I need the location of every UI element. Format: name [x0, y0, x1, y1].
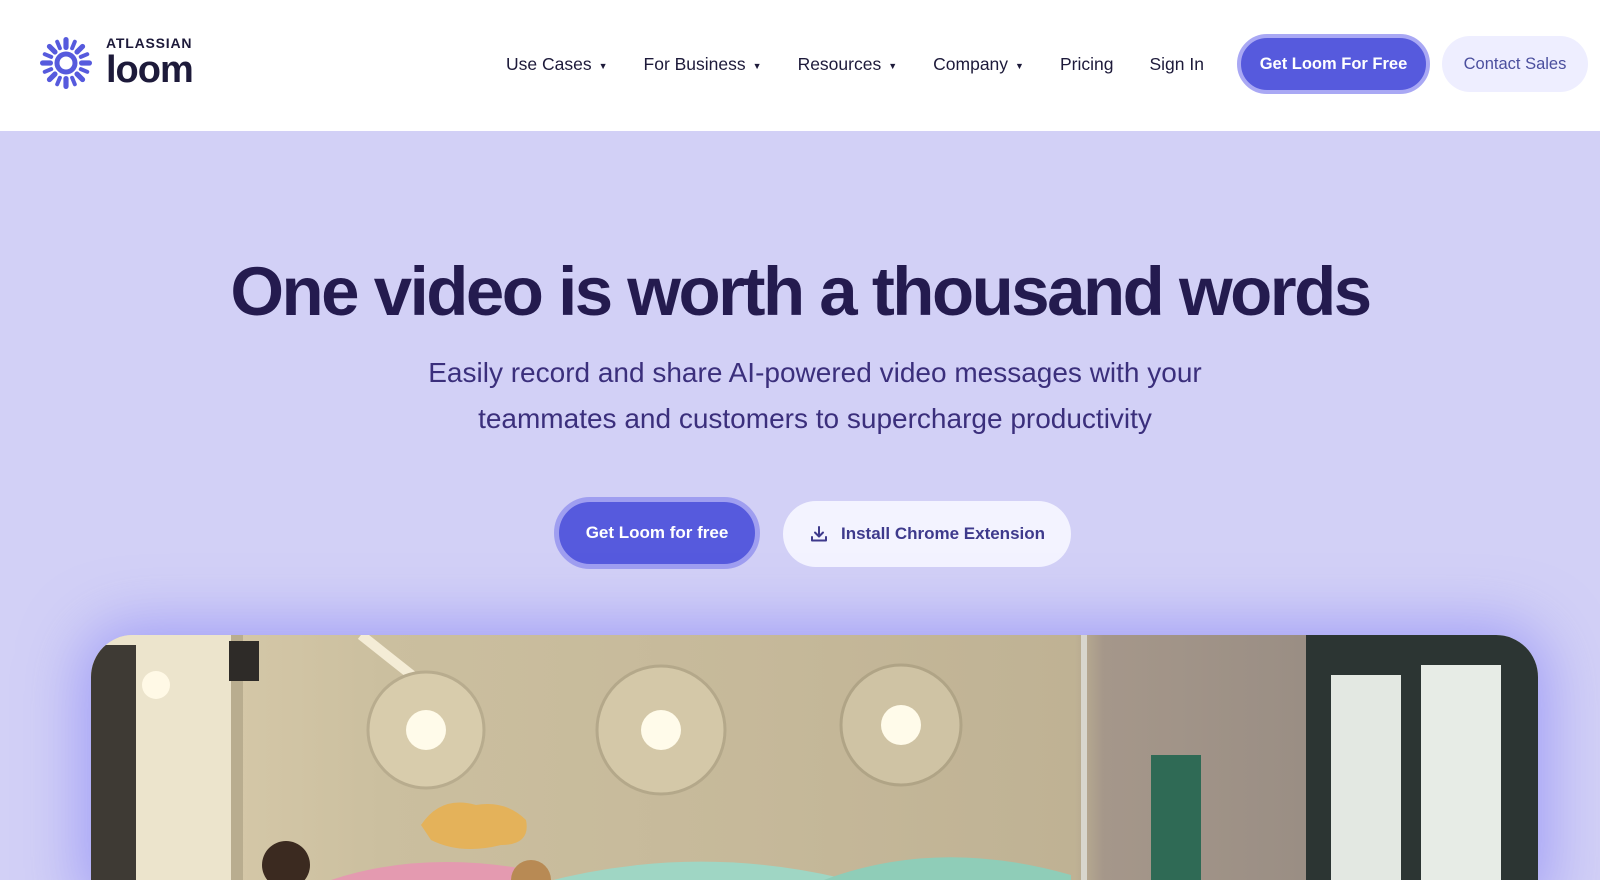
- chevron-down-icon: ▼: [598, 60, 608, 71]
- chevron-down-icon: ▼: [1015, 60, 1024, 71]
- nav-use-cases[interactable]: Use Cases ▼: [506, 54, 608, 75]
- hero-title: One video is worth a thousand words: [230, 253, 1372, 330]
- logo-loom-text: loom: [106, 49, 194, 91]
- nav-pricing[interactable]: Pricing: [1060, 54, 1114, 75]
- loom-logo[interactable]: ATLASSIAN loom: [40, 35, 194, 91]
- nav-resources[interactable]: Resources ▼: [798, 54, 898, 75]
- get-loom-free-button[interactable]: Get Loom For Free: [1237, 34, 1430, 94]
- nav-for-business[interactable]: For Business ▼: [644, 54, 762, 75]
- nav-company-label: Company: [933, 53, 1009, 74]
- nav-use-cases-label: Use Cases: [506, 53, 592, 74]
- nav-sign-in-label: Sign In: [1149, 53, 1204, 74]
- chevron-down-icon: ▼: [752, 60, 762, 71]
- nav-company[interactable]: Company ▼: [933, 54, 1024, 75]
- logo-atlassian-text: ATLASSIAN: [106, 35, 193, 51]
- install-chrome-extension-button[interactable]: Install Chrome Extension: [783, 501, 1071, 567]
- chevron-down-icon: ▼: [888, 60, 898, 71]
- download-icon: [810, 526, 827, 542]
- hero-video-frame: [91, 635, 1538, 880]
- contact-sales-button[interactable]: Contact Sales: [1442, 36, 1588, 92]
- loom-burst-icon: [40, 36, 92, 89]
- get-loom-for-free-button[interactable]: Get Loom for free: [554, 497, 760, 569]
- logo-wordmark: ATLASSIAN loom: [106, 35, 194, 91]
- hero-video[interactable]: [91, 635, 1538, 880]
- hero-subtitle: Easily record and share AI-powered video…: [400, 350, 1230, 442]
- nav-sign-in[interactable]: Sign In: [1149, 54, 1203, 75]
- top-navigation-bar: ATLASSIAN loom Use Cases ▼ For Business …: [0, 0, 1600, 131]
- nav-for-business-label: For Business: [643, 53, 746, 74]
- main-nav: Use Cases ▼ For Business ▼ Resources ▼ C…: [506, 44, 1204, 84]
- nav-resources-label: Resources: [797, 53, 882, 74]
- nav-pricing-label: Pricing: [1059, 53, 1114, 74]
- hero-subtitle-line-1: Easily record and share AI-powered video…: [428, 357, 1202, 388]
- install-chrome-extension-label: Install Chrome Extension: [840, 524, 1046, 543]
- hero-subtitle-line-2: teammates and customers to supercharge p…: [478, 403, 1152, 434]
